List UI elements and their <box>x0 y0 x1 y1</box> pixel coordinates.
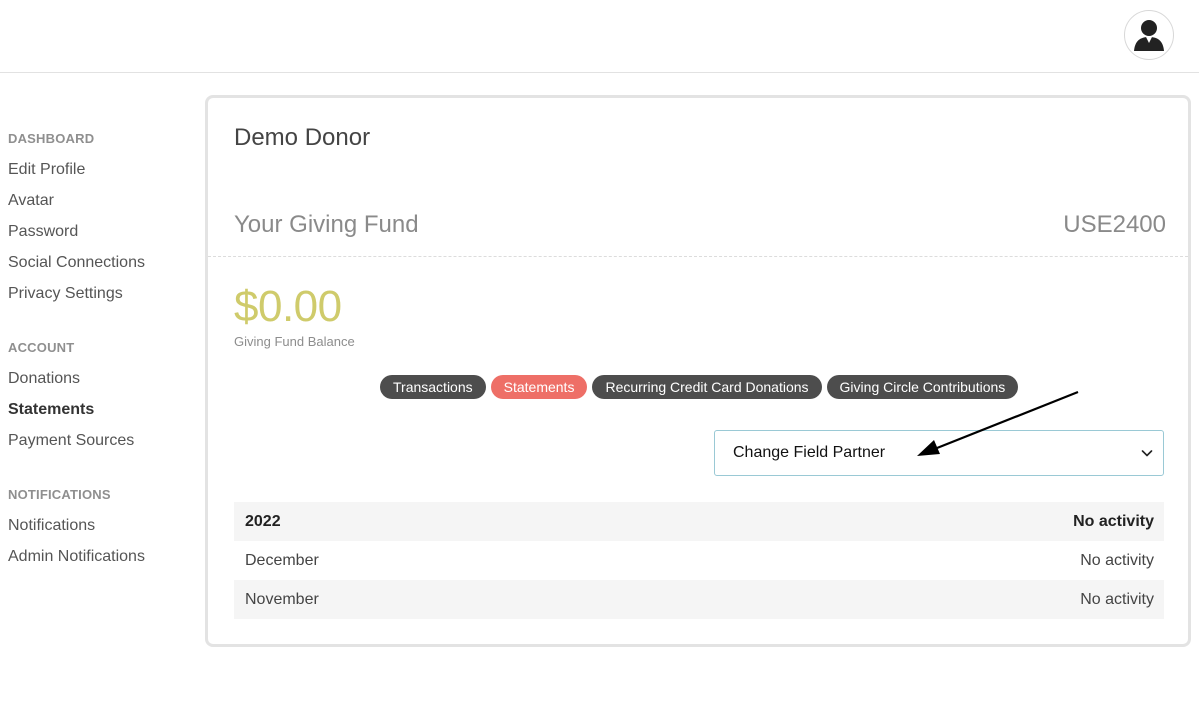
table-row-status: No activity <box>1080 551 1154 569</box>
table-row: November No activity <box>234 580 1164 619</box>
top-bar <box>0 0 1199 73</box>
giving-fund-card: Demo Donor Your Giving Fund USE2400 $0.0… <box>205 95 1191 647</box>
sidebar-item-social-connections[interactable]: Social Connections <box>8 254 145 272</box>
user-avatar-button[interactable] <box>1124 10 1174 60</box>
table-header-row: 2022 No activity <box>234 502 1164 541</box>
sidebar-item-admin-notifications[interactable]: Admin Notifications <box>8 548 145 566</box>
sidebar-item-notifications[interactable]: Notifications <box>8 517 95 535</box>
sidebar-heading-notifications: NOTIFICATIONS <box>8 487 111 502</box>
table-header-status: No activity <box>1073 512 1154 530</box>
user-silhouette-icon <box>1134 20 1164 51</box>
sidebar-heading-account: ACCOUNT <box>8 340 75 355</box>
table-row: December No activity <box>234 541 1164 580</box>
sidebar-item-edit-profile[interactable]: Edit Profile <box>8 161 85 179</box>
sidebar-heading-dashboard: DASHBOARD <box>8 131 95 146</box>
sidebar-item-statements[interactable]: Statements <box>8 401 94 419</box>
table-header-year: 2022 <box>245 512 281 530</box>
sidebar-item-privacy-settings[interactable]: Privacy Settings <box>8 285 123 303</box>
sidebar-item-donations[interactable]: Donations <box>8 370 80 388</box>
table-row-month: December <box>245 551 319 569</box>
statements-table: 2022 No activity December No activity No… <box>234 502 1164 619</box>
table-row-status: No activity <box>1080 590 1154 608</box>
sidebar-item-payment-sources[interactable]: Payment Sources <box>8 432 134 450</box>
sidebar-item-password[interactable]: Password <box>8 223 78 241</box>
table-row-month: November <box>245 590 319 608</box>
sidebar-item-avatar[interactable]: Avatar <box>8 192 54 210</box>
